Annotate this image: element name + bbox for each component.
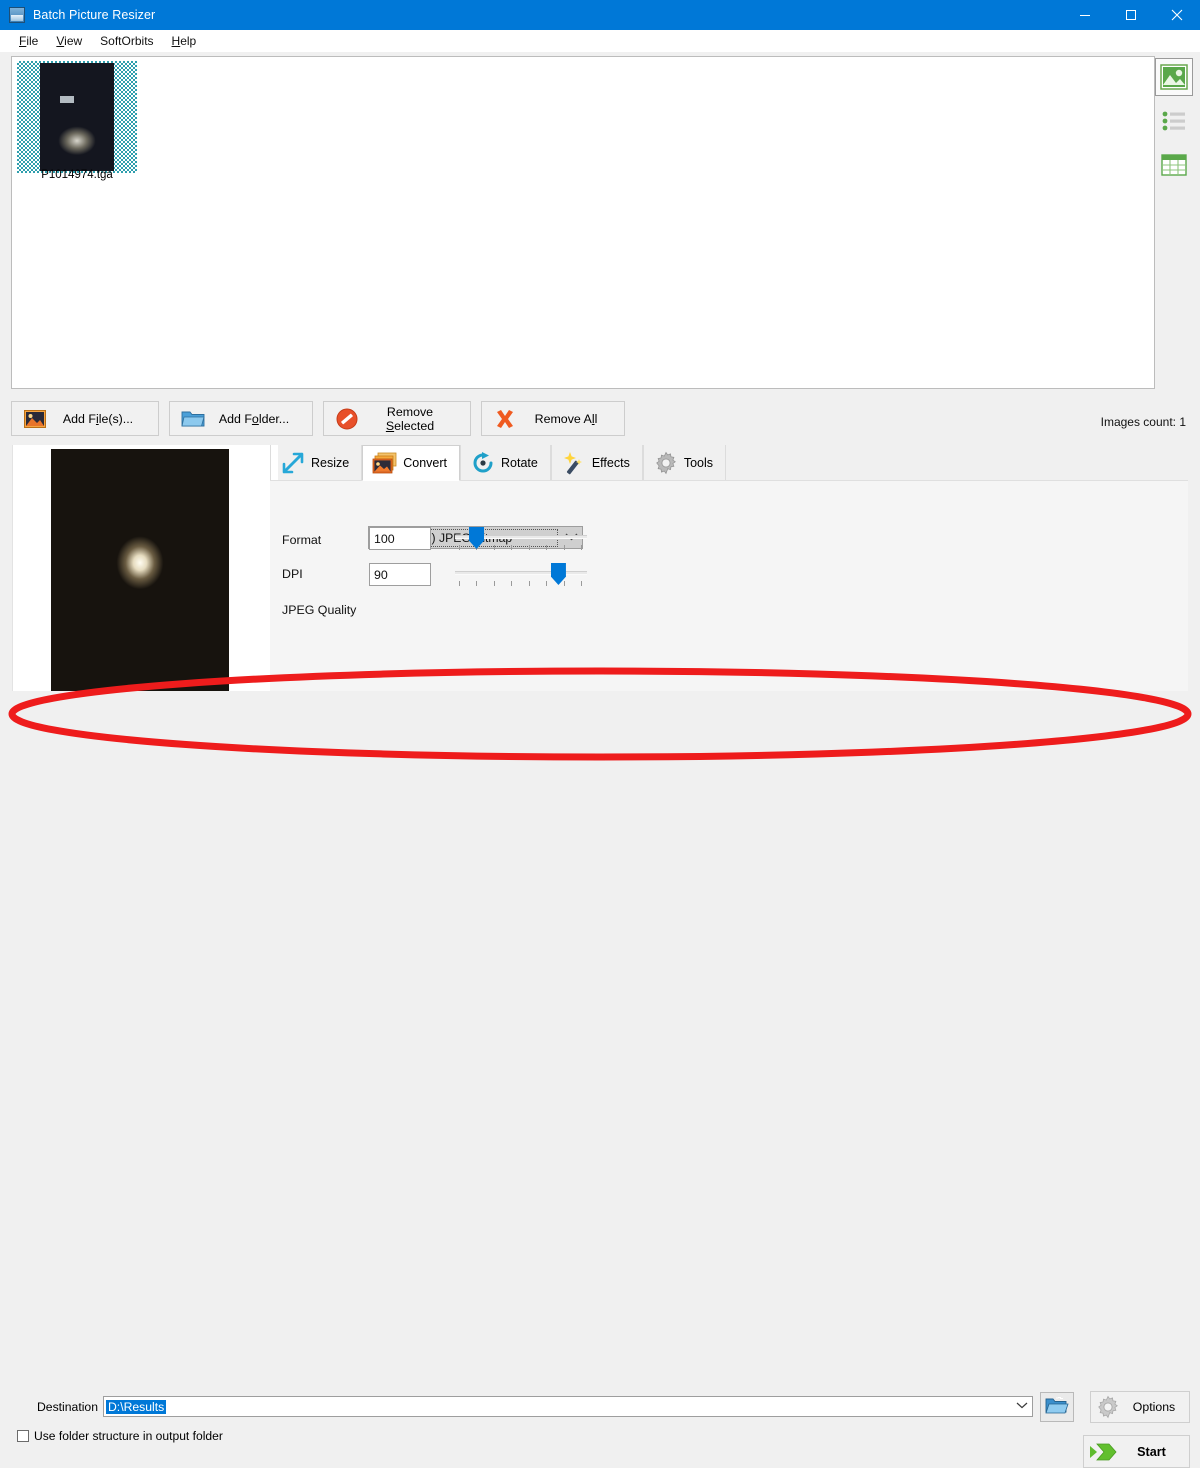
format-label: Format	[282, 533, 322, 547]
maximize-button[interactable]	[1108, 0, 1154, 30]
menu-view[interactable]: View	[47, 32, 91, 50]
close-button[interactable]	[1154, 0, 1200, 30]
jpeg-quality-slider[interactable]	[455, 563, 587, 595]
folder-open-icon	[1045, 1396, 1069, 1419]
app-icon	[9, 7, 25, 23]
format-row: Format	[282, 529, 321, 551]
jpeg-slider-track	[455, 571, 587, 575]
magic-wand-icon	[560, 451, 588, 475]
title-bar: Batch Picture Resizer	[0, 0, 1200, 30]
remove-selected-label: Remove Selected	[385, 404, 435, 433]
menu-help[interactable]: Help	[163, 32, 206, 50]
menu-file[interactable]: File	[10, 32, 47, 50]
options-label: Options	[1132, 1400, 1176, 1414]
dpi-slider[interactable]	[455, 527, 587, 559]
green-arrow-icon	[1084, 1440, 1122, 1464]
rotate-arrow-icon	[469, 451, 497, 475]
tab-rotate-label: Rotate	[501, 456, 538, 470]
minimize-button[interactable]	[1062, 0, 1108, 30]
convert-images-icon	[371, 452, 399, 474]
tab-resize[interactable]: Resize	[270, 445, 363, 481]
tab-rotate[interactable]: Rotate	[460, 445, 551, 481]
destination-value: D:\Results	[106, 1399, 167, 1414]
preview-image	[51, 449, 229, 691]
dpi-label: DPI	[282, 567, 303, 581]
view-mode-toolbar	[1155, 58, 1193, 190]
tab-convert[interactable]: Convert	[362, 445, 460, 481]
jpeg-quality-label: JPEG Quality	[282, 603, 357, 617]
file-list-panel[interactable]: P1014974.tga	[11, 56, 1155, 389]
image-icon	[18, 409, 52, 428]
tab-effects[interactable]: Effects	[550, 445, 643, 481]
options-button[interactable]: Options	[1090, 1391, 1190, 1423]
images-count-label: Images count: 1	[1100, 415, 1186, 429]
list-item[interactable]	[17, 61, 137, 173]
window-controls	[1062, 0, 1200, 30]
start-button[interactable]: Start	[1083, 1435, 1190, 1468]
folder-icon	[176, 409, 210, 428]
menu-bar: File View SoftOrbits Help	[0, 30, 1200, 52]
jpeg-quality-input[interactable]: 90	[369, 563, 431, 586]
list-view-button[interactable]	[1155, 102, 1193, 140]
start-label: Start	[1137, 1444, 1166, 1459]
browse-folder-button[interactable]	[1040, 1392, 1074, 1422]
use-folder-structure-label: Use folder structure in output folder	[34, 1429, 223, 1443]
details-view-button[interactable]	[1155, 146, 1193, 184]
remove-all-button[interactable]: Remove All	[481, 401, 625, 436]
destination-bar: Destination D:\Results Options Use folde…	[0, 697, 1200, 1468]
no-entry-icon	[330, 408, 364, 430]
destination-input[interactable]: D:\Results	[103, 1396, 1033, 1417]
x-mark-icon	[488, 408, 522, 430]
jpeg-slider-ticks	[455, 581, 587, 588]
gear-icon	[652, 451, 680, 475]
menu-softorbits[interactable]: SoftOrbits	[91, 32, 162, 50]
preview-pane	[12, 445, 278, 691]
checkbox-box[interactable]	[17, 1430, 29, 1442]
add-files-button[interactable]: Add File(s)...	[11, 401, 159, 436]
tab-strip: Resize Convert Rotate Effects Tools	[270, 445, 727, 481]
remove-all-label: Remove All	[534, 411, 598, 426]
jpeg-quality-row: JPEG Quality	[282, 599, 356, 621]
add-folder-label: Add Folder...	[218, 411, 290, 426]
tab-tools[interactable]: Tools	[642, 445, 727, 481]
thumbnail-image	[40, 63, 114, 171]
tab-effects-label: Effects	[591, 456, 630, 470]
tab-resize-label: Resize	[311, 456, 350, 470]
tab-tools-label: Tools	[683, 456, 714, 470]
chevron-down-icon[interactable]	[1016, 1401, 1028, 1412]
window-title: Batch Picture Resizer	[33, 8, 156, 22]
thumbnail-view-button[interactable]	[1155, 58, 1193, 96]
remove-selected-button[interactable]: Remove Selected	[323, 401, 471, 436]
list-item-label: P1014974.tga	[41, 169, 113, 181]
add-folder-button[interactable]: Add Folder...	[169, 401, 313, 436]
add-files-label: Add File(s)...	[62, 411, 134, 426]
dpi-row: DPI	[282, 563, 303, 585]
destination-label: Destination	[37, 1400, 98, 1414]
gear-icon	[1091, 1395, 1125, 1419]
resize-arrows-icon	[279, 451, 307, 475]
dpi-input[interactable]: 100	[369, 527, 431, 550]
tab-convert-label: Convert	[403, 456, 447, 470]
use-folder-structure-checkbox[interactable]: Use folder structure in output folder	[17, 1429, 223, 1443]
